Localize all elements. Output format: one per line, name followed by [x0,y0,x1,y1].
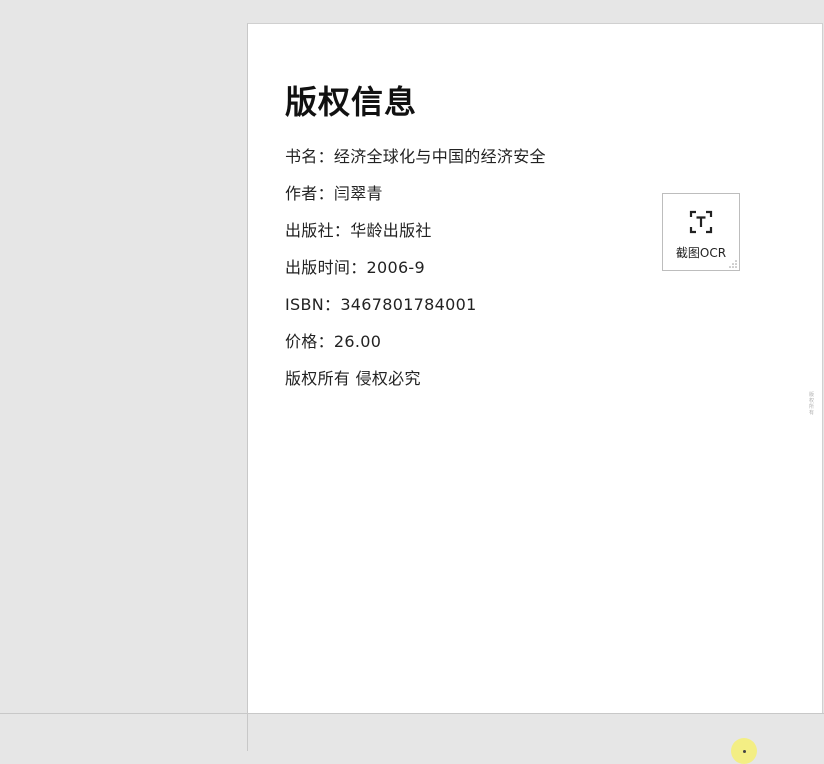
isbn-line: ISBN：3467801784001 [285,295,477,314]
bottom-divider [247,714,248,751]
book-name-line: 书名：经济全球化与中国的经济安全 [285,147,546,166]
price-line: 价格：26.00 [285,332,382,351]
copyright-notice-line: 版权所有 侵权必究 [285,369,421,388]
bottom-bar [0,713,824,764]
publish-date-line: 出版时间：2006-9 [285,258,425,277]
side-watermark-text: 版权所有 [809,392,815,416]
copyright-info-list: 书名：经济全球化与中国的经济安全 作者：闫翠青 出版社：华龄出版社 出版时间：2… [285,144,546,403]
resize-grip-icon[interactable] [727,258,737,268]
cursor-highlight-icon [731,738,757,764]
page-title: 版权信息 [285,83,418,121]
publisher-line: 出版社：华龄出版社 [285,221,432,240]
document-page: 版权信息 书名：经济全球化与中国的经济安全 作者：闫翠青 出版社：华龄出版社 出… [247,23,823,713]
screenshot-ocr-button[interactable]: 截图OCR [662,193,740,271]
author-line: 作者：闫翠青 [285,184,383,203]
text-scan-icon [689,210,713,234]
left-panel [0,0,247,713]
